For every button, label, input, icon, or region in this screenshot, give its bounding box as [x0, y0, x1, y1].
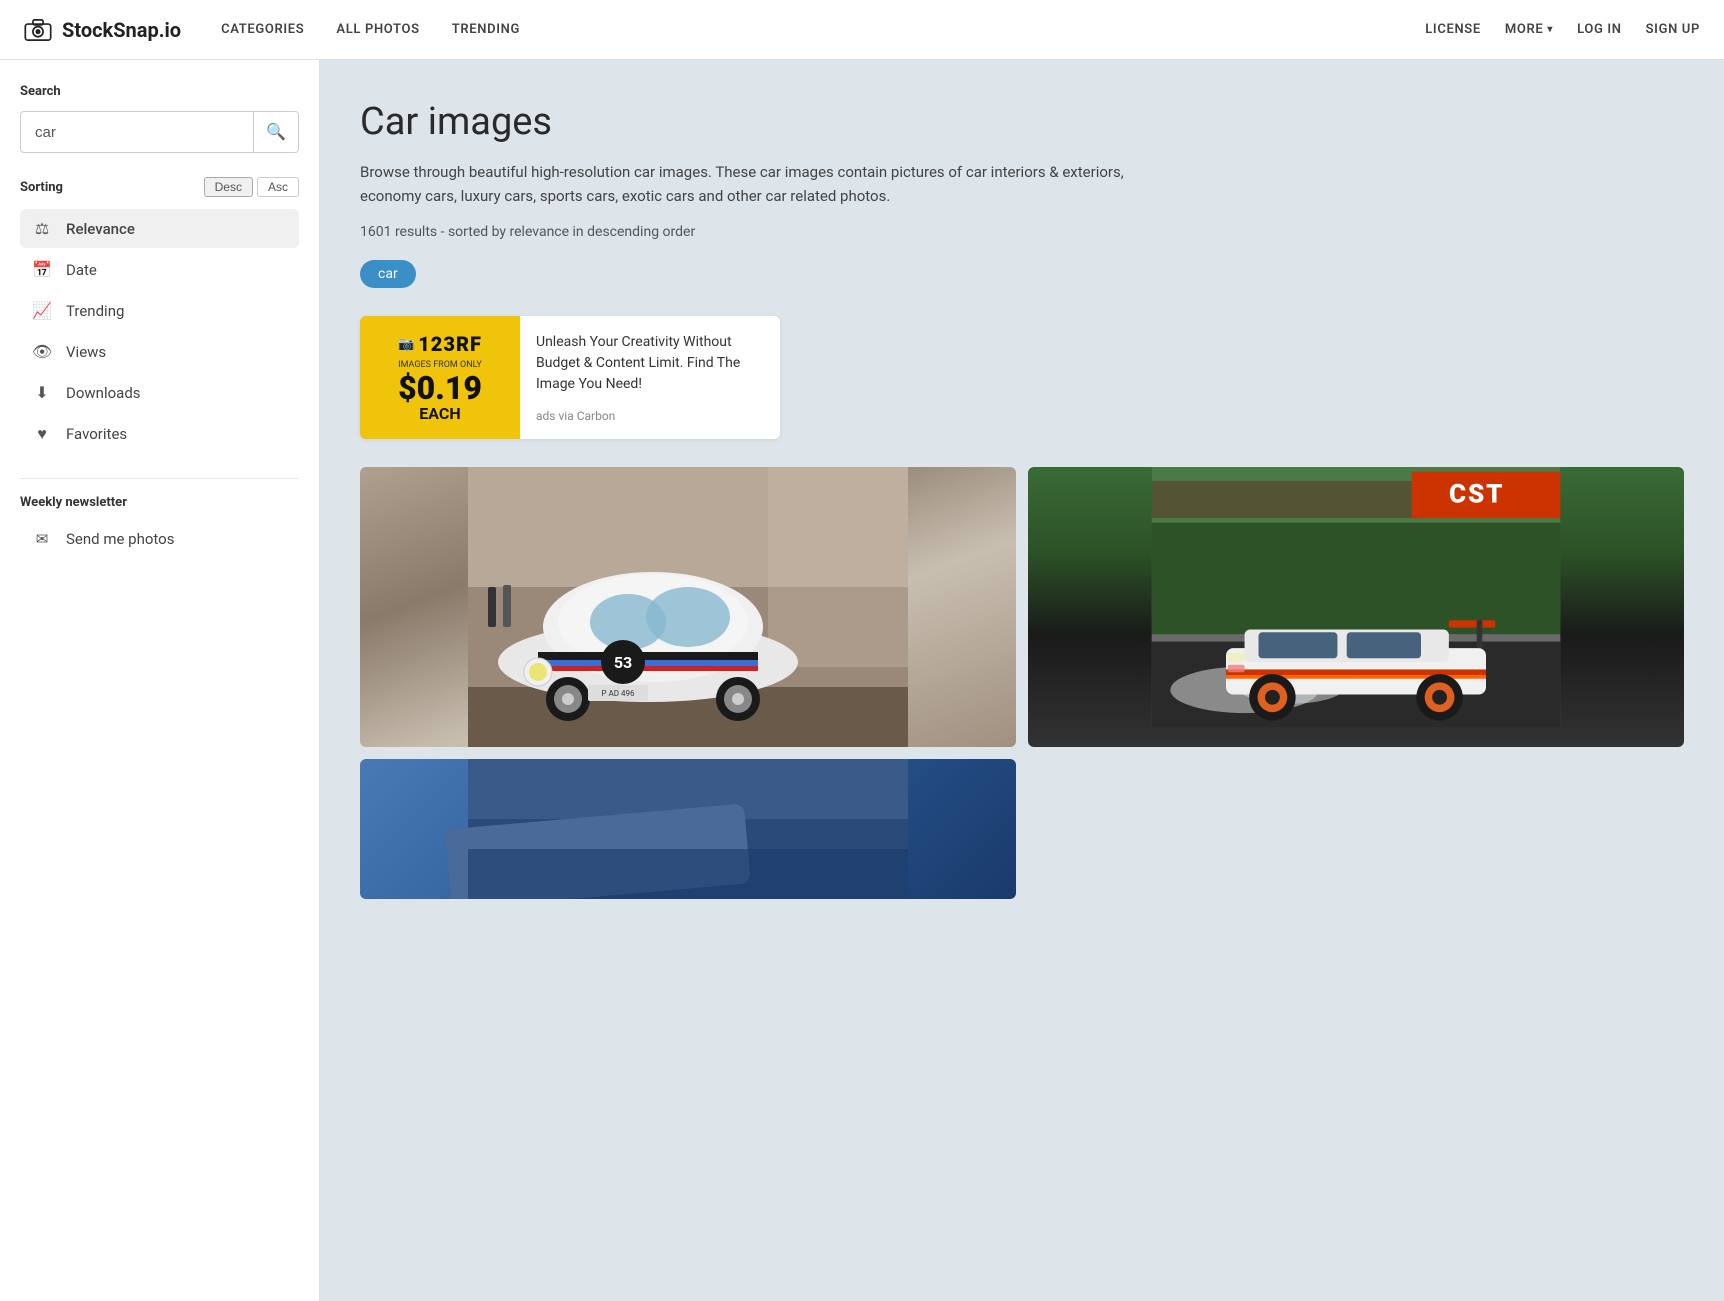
main-layout: Search 🔍 Sorting Desc Asc ⚖ Relevance 📅 …: [0, 60, 1724, 1301]
nav-more[interactable]: MORE ▾: [1505, 22, 1553, 37]
search-tag[interactable]: car: [360, 260, 416, 288]
sort-option-label: Date: [66, 261, 97, 279]
sort-option-date[interactable]: 📅 Date: [20, 250, 299, 289]
search-button[interactable]: 🔍: [253, 112, 298, 152]
photo-card-race[interactable]: CST: [1028, 467, 1684, 747]
sorting-label: Sorting: [20, 180, 63, 195]
search-icon: 🔍: [266, 124, 286, 141]
sort-option-label: Downloads: [66, 384, 141, 402]
nav-categories[interactable]: CATEGORIES: [221, 22, 304, 37]
header: StockSnap.io CATEGORIES ALL PHOTOS TREND…: [0, 0, 1724, 60]
logo-text: StockSnap.io: [62, 18, 181, 42]
newsletter-section: Weekly newsletter ✉ Send me photos: [20, 495, 299, 556]
sort-option-label: Favorites: [66, 425, 127, 443]
sort-option-label: Views: [66, 343, 106, 361]
relevance-icon: ⚖: [32, 219, 52, 238]
sort-option-favorites[interactable]: ♥ Favorites: [20, 414, 299, 454]
nav-login[interactable]: LOG IN: [1577, 22, 1622, 37]
ad-content: Unleash Your Creativity Without Budget &…: [520, 316, 780, 439]
nav-trending[interactable]: TRENDING: [452, 22, 520, 37]
sort-buttons: Desc Asc: [204, 177, 299, 197]
sidebar-divider: [20, 478, 299, 479]
eye-icon: 👁: [32, 342, 52, 361]
ad-price: $0.19: [398, 372, 482, 404]
sort-option-label: Trending: [66, 302, 124, 320]
sort-desc-button[interactable]: Desc: [204, 177, 253, 197]
sort-option-trending[interactable]: 📈 Trending: [20, 291, 299, 330]
newsletter-title: Weekly newsletter: [20, 495, 299, 510]
nav-all-photos[interactable]: ALL PHOTOS: [336, 22, 419, 37]
photo-card-blue[interactable]: [360, 759, 1016, 899]
newsletter-label: Send me photos: [66, 530, 174, 548]
race-car-image: CST: [1028, 467, 1684, 727]
results-info: 1601 results - sorted by relevance in de…: [360, 224, 1684, 240]
heart-icon: ♥: [32, 424, 52, 444]
header-right: LICENSE MORE ▾ LOG IN SIGN UP: [1425, 22, 1700, 37]
search-box: 🔍: [20, 111, 299, 153]
ad-text: Unleash Your Creativity Without Budget &…: [536, 332, 764, 395]
svg-text:53: 53: [614, 653, 632, 672]
search-label: Search: [20, 84, 299, 99]
page-title: Car images: [360, 100, 1684, 144]
sort-option-views[interactable]: 👁 Views: [20, 332, 299, 371]
svg-text:CST: CST: [1449, 479, 1504, 509]
ad-image: 📷 123RF IMAGES FROM ONLY $0.19 EACH: [360, 316, 520, 439]
photo-card-herbie[interactable]: 53 P AD 496: [360, 467, 1016, 747]
blue-car-image: [360, 759, 1016, 899]
content-area: Car images Browse through beautiful high…: [320, 60, 1724, 1301]
envelope-icon: ✉: [32, 530, 52, 548]
ad-each: EACH: [419, 404, 460, 423]
photo-grid: 53 P AD 496: [360, 467, 1684, 899]
sort-option-relevance[interactable]: ⚖ Relevance: [20, 209, 299, 248]
nav-license[interactable]: LICENSE: [1425, 22, 1481, 37]
sort-option-downloads[interactable]: ⬇ Downloads: [20, 373, 299, 412]
search-input[interactable]: [21, 114, 253, 151]
main-nav: CATEGORIES ALL PHOTOS TRENDING: [221, 22, 1425, 37]
sorting-header: Sorting Desc Asc: [20, 177, 299, 197]
trending-icon: 📈: [32, 301, 52, 320]
herbie-image: 53 P AD 496: [360, 467, 1016, 747]
ad-via: ads via Carbon: [536, 409, 764, 423]
calendar-icon: 📅: [32, 260, 52, 279]
newsletter-signup[interactable]: ✉ Send me photos: [20, 522, 299, 556]
nav-signup[interactable]: SIGN UP: [1646, 22, 1700, 37]
svg-text:P AD 496: P AD 496: [602, 689, 635, 698]
sort-asc-button[interactable]: Asc: [257, 177, 299, 197]
sort-option-label: Relevance: [66, 220, 135, 238]
camera-icon: [24, 19, 52, 41]
page-description: Browse through beautiful high-resolution…: [360, 160, 1180, 208]
logo[interactable]: StockSnap.io: [24, 18, 181, 42]
ad-logo: 123RF: [418, 332, 482, 356]
sort-options-list: ⚖ Relevance 📅 Date 📈 Trending 👁 Views ⬇ …: [20, 209, 299, 454]
chevron-down-icon: ▾: [1547, 24, 1553, 35]
ad-banner[interactable]: 📷 123RF IMAGES FROM ONLY $0.19 EACH Unle…: [360, 316, 780, 439]
sidebar: Search 🔍 Sorting Desc Asc ⚖ Relevance 📅 …: [0, 60, 320, 1301]
download-icon: ⬇: [32, 383, 52, 402]
